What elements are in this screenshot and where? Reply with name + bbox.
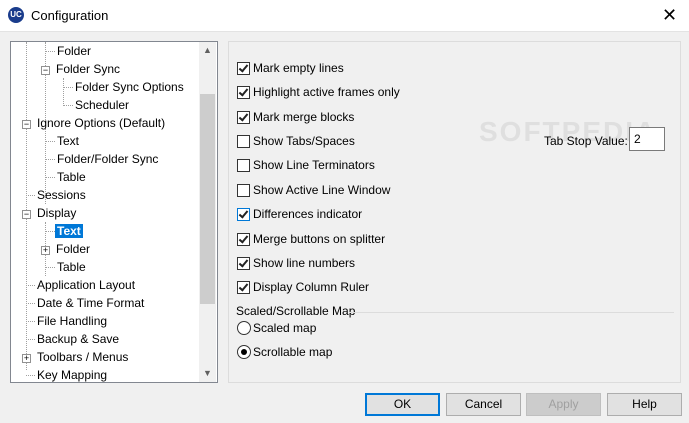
tree-item-label: Ignore Options (Default): [37, 116, 166, 130]
expand-icon[interactable]: +: [22, 354, 31, 363]
tree-item-label: Folder/Folder Sync: [57, 152, 159, 166]
checkbox-label: Mark merge blocks: [253, 110, 355, 124]
tree-item-sessions[interactable]: Sessions: [26, 186, 88, 204]
checkbox-box[interactable]: [237, 159, 250, 172]
tree-item-folder[interactable]: Folder: [45, 42, 93, 60]
tree-item-label: Scheduler: [75, 98, 130, 112]
tree-item-display-text[interactable]: Text: [45, 222, 83, 240]
tree-item-label: Toolbars / Menus: [37, 350, 129, 364]
tree-item-display[interactable]: Display: [35, 204, 78, 222]
checkbox-label: Show Line Terminators: [253, 158, 375, 172]
tree-item-label: Folder: [56, 242, 91, 256]
checkbox-label: Show Tabs/Spaces: [253, 134, 355, 148]
collapse-icon[interactable]: −: [22, 210, 31, 219]
checkbox-label: Highlight active frames only: [253, 85, 400, 99]
tree-item-label: Text: [55, 224, 83, 238]
tree-item-label: Text: [57, 134, 80, 148]
apply-button[interactable]: Apply: [526, 393, 601, 416]
checkbox-box[interactable]: [237, 111, 250, 124]
expand-icon[interactable]: +: [41, 246, 50, 255]
checkbox-label: Display Column Ruler: [253, 280, 370, 294]
options-tree[interactable]: Folder − Folder Sync Folder Sync Options…: [10, 41, 218, 383]
checkbox-label: Differences indicator: [253, 207, 363, 221]
checkbox-label: Show line numbers: [253, 256, 356, 270]
close-button[interactable]: ✕: [650, 0, 689, 31]
tree-item-file-handling[interactable]: File Handling: [26, 312, 109, 330]
checkbox-box[interactable]: [237, 208, 250, 221]
tree-item-display-folder[interactable]: Folder: [54, 240, 92, 258]
checkbox-box[interactable]: [237, 281, 250, 294]
title-bar: UC Configuration ✕: [0, 0, 689, 31]
tree-item-label: Table: [57, 170, 86, 184]
help-button[interactable]: Help: [607, 393, 682, 416]
tree-item-backup-save[interactable]: Backup & Save: [26, 330, 121, 348]
tab-stop-input[interactable]: 2: [629, 127, 665, 151]
tree-item-folder-sync[interactable]: Folder Sync: [54, 60, 122, 78]
cancel-button[interactable]: Cancel: [446, 393, 521, 416]
tree-item-ignore-folder-sync[interactable]: Folder/Folder Sync: [45, 150, 160, 168]
radio-dot[interactable]: [237, 345, 251, 359]
tree-item-ignore-options[interactable]: Ignore Options (Default): [35, 114, 167, 132]
group-divider: [349, 312, 674, 313]
map-group-label: Scaled/Scrollable Map: [236, 304, 356, 318]
tree-item-label: Display: [37, 206, 77, 220]
tree-item-scheduler[interactable]: Scheduler: [63, 96, 131, 114]
tree-item-label: Folder Sync Options: [75, 80, 184, 94]
tree-scrollbar[interactable]: ▲ ▼: [199, 42, 216, 382]
scroll-thumb[interactable]: [200, 94, 215, 304]
title-divider: [0, 31, 689, 32]
checkbox-box[interactable]: [237, 184, 250, 197]
radio-label: Scrollable map: [253, 345, 333, 359]
collapse-icon[interactable]: −: [41, 66, 50, 75]
tree-item-application-layout[interactable]: Application Layout: [26, 276, 137, 294]
tree-item-label: Key Mapping: [37, 368, 108, 382]
tree-item-display-table[interactable]: Table: [45, 258, 88, 276]
tree-item-label: Application Layout: [37, 278, 136, 292]
tab-stop-label: Tab Stop Value:: [544, 134, 628, 148]
tree-item-label: Sessions: [37, 188, 86, 202]
tree-item-label: Table: [57, 260, 86, 274]
checkbox-box[interactable]: [237, 233, 250, 246]
app-icon: UC: [8, 7, 24, 23]
display-text-panel: SOFTPEDIA Mark empty lines Highlight act…: [228, 41, 681, 383]
tree-item-ignore-text[interactable]: Text: [45, 132, 81, 150]
checkbox-label: Show Active Line Window: [253, 183, 391, 197]
checkbox-box[interactable]: [237, 257, 250, 270]
tree-item-label: Folder Sync: [56, 62, 121, 76]
tree-item-ignore-table[interactable]: Table: [45, 168, 88, 186]
checkbox-box[interactable]: [237, 62, 250, 75]
radio-dot[interactable]: [237, 321, 251, 335]
tree-item-folder-sync-options[interactable]: Folder Sync Options: [63, 78, 186, 96]
tree-item-label: File Handling: [37, 314, 108, 328]
tree-item-date-time-format[interactable]: Date & Time Format: [26, 294, 146, 312]
checkbox-box[interactable]: [237, 135, 250, 148]
scroll-down-icon[interactable]: ▼: [199, 365, 216, 382]
collapse-icon[interactable]: −: [22, 120, 31, 129]
tree-item-label: Date & Time Format: [37, 296, 145, 310]
radio-label: Scaled map: [253, 321, 317, 335]
ok-button[interactable]: OK: [365, 393, 440, 416]
scroll-up-icon[interactable]: ▲: [199, 42, 216, 59]
checkbox-box[interactable]: [237, 86, 250, 99]
checkbox-label: Mark empty lines: [253, 61, 344, 75]
tree-item-key-mapping[interactable]: Key Mapping: [26, 366, 109, 382]
checkbox-label: Merge buttons on splitter: [253, 232, 386, 246]
window-title: Configuration: [31, 8, 109, 23]
tree-item-label: Backup & Save: [37, 332, 120, 346]
tree-item-toolbars-menus[interactable]: Toolbars / Menus: [35, 348, 130, 366]
tree-item-label: Folder: [57, 44, 92, 58]
